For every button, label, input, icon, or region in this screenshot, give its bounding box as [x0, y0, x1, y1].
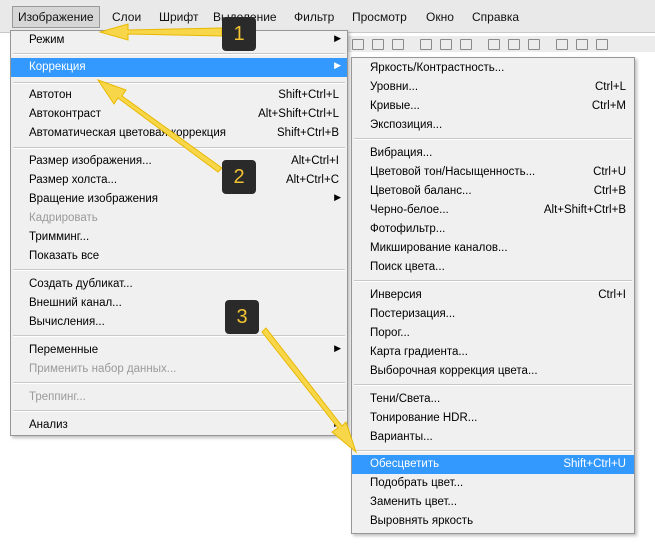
callout-badge-2: 2 [222, 160, 256, 194]
callout-arrows [96, 23, 358, 454]
callout-badge-3: 3 [225, 300, 259, 334]
callout-arrow-3 [261, 327, 358, 454]
callout-badge-1: 1 [222, 17, 256, 51]
callout-arrow-1 [98, 23, 223, 41]
callout-arrow-2 [96, 79, 223, 173]
